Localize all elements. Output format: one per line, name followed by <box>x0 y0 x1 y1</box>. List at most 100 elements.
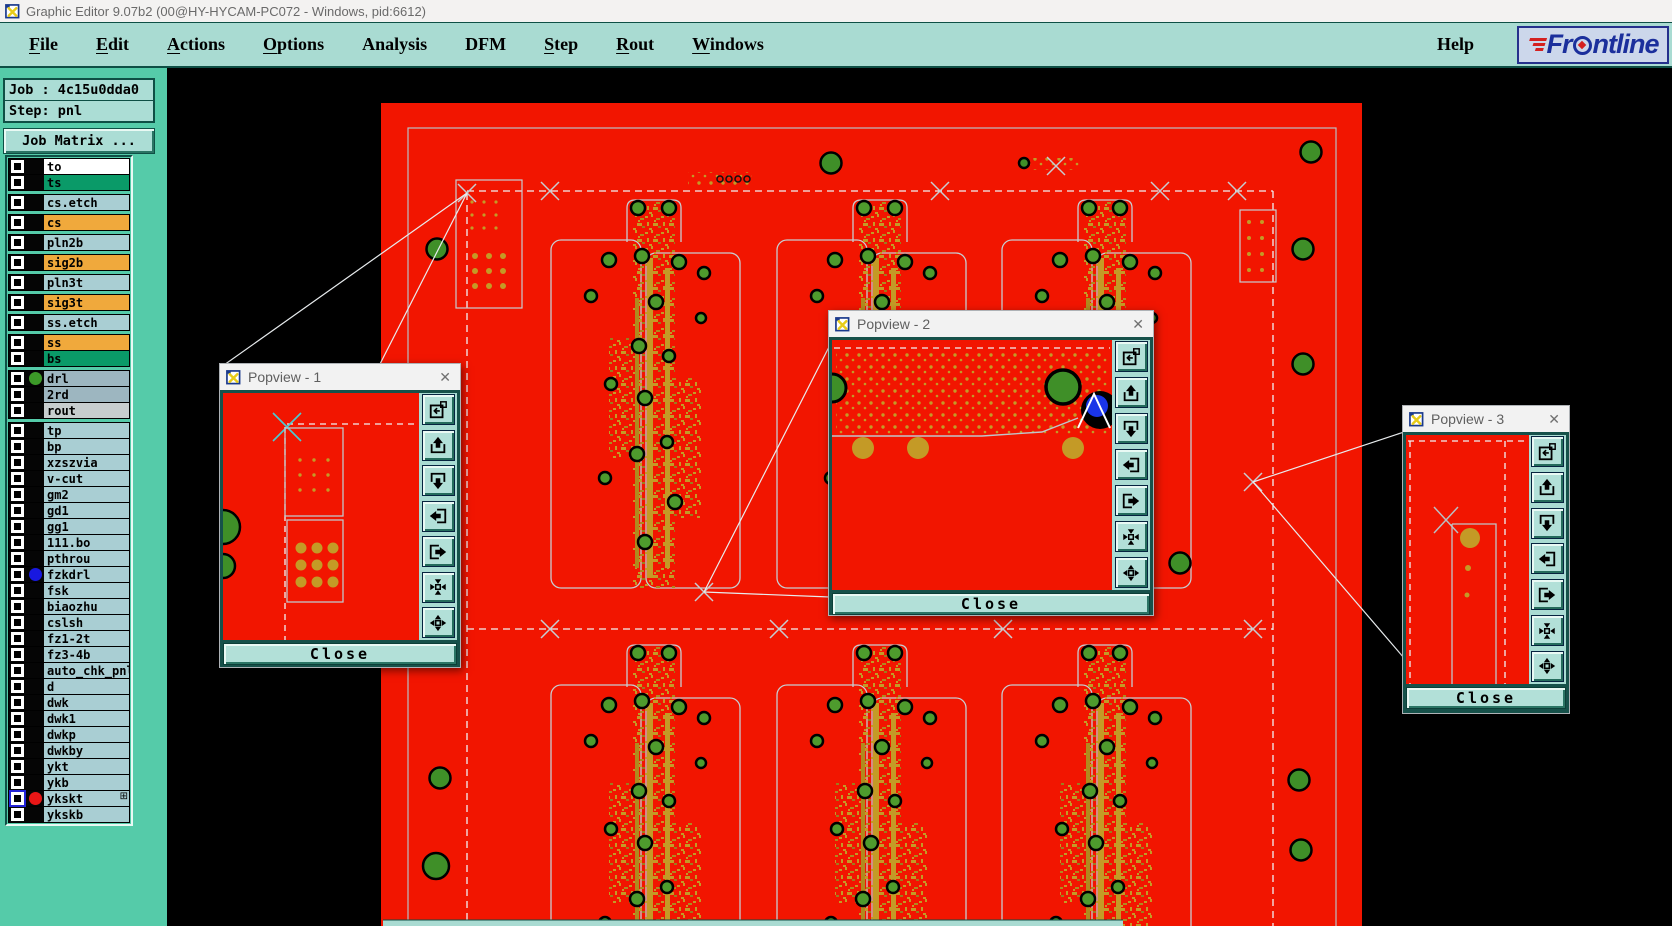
layer-row-ykskb[interactable]: ykskb <box>9 806 129 822</box>
layer-checkbox[interactable] <box>11 584 24 597</box>
popview2-titlebar[interactable]: Popview - 2 ✕ <box>829 311 1153 337</box>
layer-checkbox[interactable] <box>11 520 24 533</box>
layer-checkbox[interactable] <box>11 648 24 661</box>
layer-row-cs.etch[interactable]: cs.etch <box>9 195 129 210</box>
layer-checkbox[interactable] <box>11 216 24 229</box>
popview-tool-copy-view[interactable] <box>1114 341 1148 372</box>
layer-row-ts[interactable]: ts <box>9 174 129 190</box>
layer-checkbox[interactable] <box>11 404 24 417</box>
popview-tool-pan-down[interactable] <box>1114 413 1148 444</box>
layer-row-111.bo[interactable]: 111.bo <box>9 534 129 550</box>
layer-name[interactable]: 2rd <box>44 387 129 402</box>
popview-tool-zoom-out[interactable] <box>421 607 455 638</box>
layer-name[interactable]: dwkby <box>44 743 129 758</box>
layer-name[interactable]: ykb <box>44 775 129 790</box>
layer-name[interactable]: biaozhu <box>44 599 129 614</box>
popview1-titlebar[interactable]: Popview - 1 ✕ <box>220 364 460 390</box>
layer-checkbox[interactable] <box>11 372 24 385</box>
layer-row-to[interactable]: to <box>9 159 129 174</box>
layer-checkbox[interactable] <box>11 696 24 709</box>
layer-row-fsk[interactable]: fsk <box>9 582 129 598</box>
layer-row-gg1[interactable]: gg1 <box>9 518 129 534</box>
layer-checkbox[interactable] <box>11 316 24 329</box>
popview-tool-pan-down[interactable] <box>1530 507 1564 539</box>
layer-checkbox[interactable] <box>11 424 24 437</box>
layer-name[interactable]: cs.etch <box>44 195 129 210</box>
menu-help[interactable]: Help <box>1418 30 1493 59</box>
layer-row-xzszvia[interactable]: xzszvia <box>9 454 129 470</box>
popview-window-3[interactable]: Popview - 3 ✕ Close <box>1402 405 1570 714</box>
layer-name[interactable]: ts <box>44 175 129 190</box>
popview3-canvas[interactable] <box>1406 435 1529 684</box>
layer-name[interactable]: ykskt ⊞ <box>44 791 129 806</box>
layer-checkbox[interactable] <box>11 440 24 453</box>
menu-step[interactable]: Step <box>525 30 597 59</box>
layer-checkbox[interactable] <box>11 196 24 209</box>
layer-row-ykt[interactable]: ykt <box>9 758 129 774</box>
menu-options[interactable]: Options <box>244 30 343 59</box>
layer-row-bp[interactable]: bp <box>9 438 129 454</box>
popview-tool-copy-view[interactable] <box>421 394 455 425</box>
layer-checkbox[interactable] <box>11 616 24 629</box>
menu-actions[interactable]: Actions <box>148 30 244 59</box>
layer-name[interactable]: to <box>44 159 129 174</box>
layer-name[interactable]: ss.etch <box>44 315 129 330</box>
layer-row-dwkby[interactable]: dwkby <box>9 742 129 758</box>
layer-row-ss.etch[interactable]: ss.etch <box>9 315 129 330</box>
popview3-close-button[interactable]: Close <box>1406 687 1566 709</box>
popview2-close-icon[interactable]: ✕ <box>1132 317 1144 331</box>
layer-row-dwkp[interactable]: dwkp <box>9 726 129 742</box>
popview3-close-icon[interactable]: ✕ <box>1548 412 1560 426</box>
layer-checkbox[interactable] <box>11 296 24 309</box>
layer-name[interactable]: pln3t <box>44 275 129 290</box>
layer-row-sig3t[interactable]: sig3t <box>9 295 129 310</box>
layer-checkbox[interactable] <box>11 472 24 485</box>
layer-row-gm2[interactable]: gm2 <box>9 486 129 502</box>
layer-name[interactable]: gg1 <box>44 519 129 534</box>
layer-row-biaozhu[interactable]: biaozhu <box>9 598 129 614</box>
layer-name[interactable]: fsk <box>44 583 129 598</box>
layer-name[interactable]: gd1 <box>44 503 129 518</box>
layer-checkbox[interactable] <box>11 712 24 725</box>
popview-tool-zoom-out[interactable] <box>1114 557 1148 588</box>
layer-name[interactable]: drl <box>44 371 129 386</box>
popview3-titlebar[interactable]: Popview - 3 ✕ <box>1403 406 1569 432</box>
layer-row-gd1[interactable]: gd1 <box>9 502 129 518</box>
layer-name[interactable]: ykt <box>44 759 129 774</box>
layer-row-fz1-2t[interactable]: fz1-2t <box>9 630 129 646</box>
layer-name[interactable]: fzkdrl <box>44 567 129 582</box>
layer-row-ykskt[interactable]: ykskt ⊞ <box>9 790 129 806</box>
layer-name[interactable]: bs <box>44 351 129 366</box>
layer-checkbox[interactable] <box>11 160 24 173</box>
popview-tool-pan-right[interactable] <box>1114 485 1148 516</box>
layer-name[interactable]: ykskb <box>44 807 129 822</box>
popview-tool-pan-up[interactable] <box>421 429 455 461</box>
layer-row-pln2b[interactable]: pln2b <box>9 235 129 250</box>
popview2-close-button[interactable]: Close <box>832 593 1150 615</box>
layer-row-ss[interactable]: ss <box>9 335 129 350</box>
layer-name[interactable]: gm2 <box>44 487 129 502</box>
layer-name[interactable]: d <box>44 679 129 694</box>
layer-checkbox[interactable] <box>11 256 24 269</box>
layer-name[interactable]: sig3t <box>44 295 129 310</box>
layer-row-pln3t[interactable]: pln3t <box>9 275 129 290</box>
layer-checkbox[interactable] <box>11 552 24 565</box>
layer-row-dwk[interactable]: dwk <box>9 694 129 710</box>
layer-checkbox[interactable] <box>11 236 24 249</box>
layer-name[interactable]: xzszvia <box>44 455 129 470</box>
layer-checkbox[interactable] <box>11 504 24 517</box>
layer-row-bs[interactable]: bs <box>9 350 129 366</box>
popview-tool-zoom-out[interactable] <box>1530 650 1564 682</box>
layer-name[interactable]: dwk <box>44 695 129 710</box>
layer-checkbox[interactable] <box>11 568 24 581</box>
layer-name[interactable]: dwk1 <box>44 711 129 726</box>
layer-name[interactable]: 111.bo <box>44 535 129 550</box>
popview-tool-pan-left[interactable] <box>1114 449 1148 480</box>
layer-name[interactable]: fz1-2t <box>44 631 129 646</box>
layer-row-tp[interactable]: tp <box>9 423 129 438</box>
window-titlebar[interactable]: Graphic Editor 9.07b2 (00@HY-HYCAM-PC072… <box>0 0 1672 22</box>
layer-row-cslsh[interactable]: cslsh <box>9 614 129 630</box>
layer-checkbox[interactable] <box>11 536 24 549</box>
layer-name[interactable]: v-cut <box>44 471 129 486</box>
layer-checkbox[interactable] <box>11 632 24 645</box>
